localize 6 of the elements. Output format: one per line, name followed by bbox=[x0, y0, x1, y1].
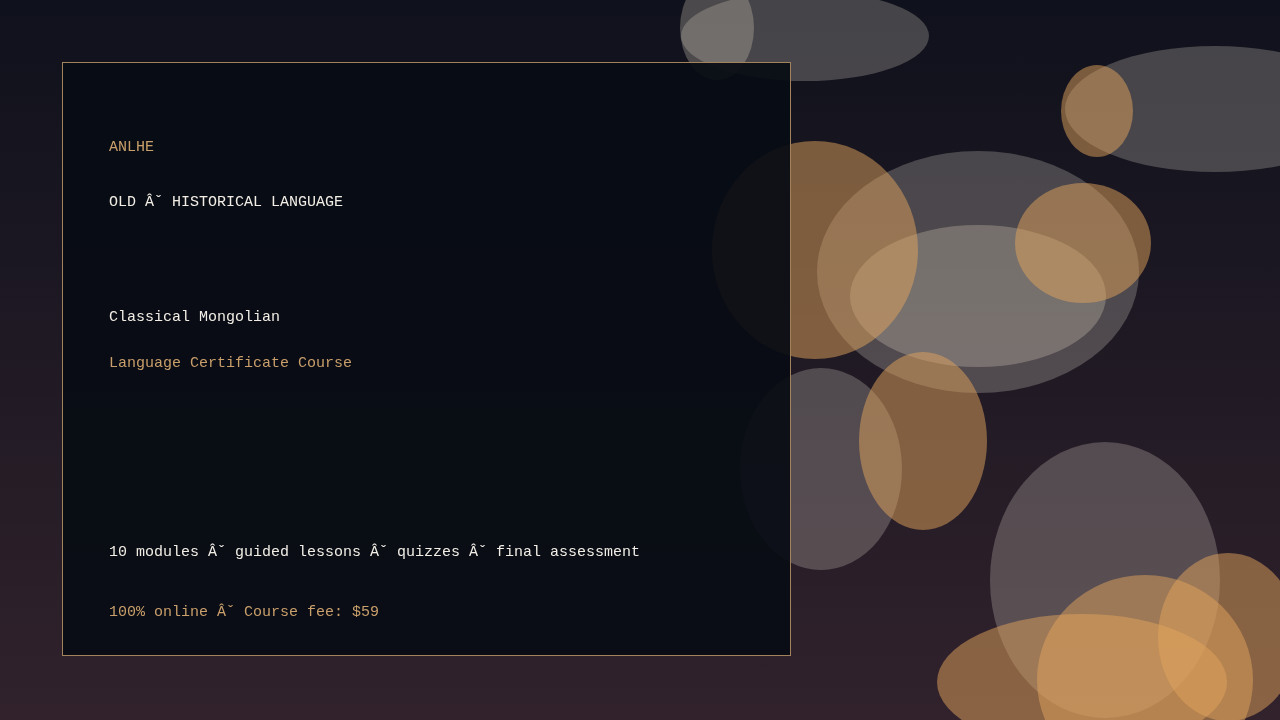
course-subtitle: Language Certificate Course bbox=[109, 354, 353, 374]
course-details: 10 modules Âˇ guided lessons Âˇ quizzes Âˇ final assessment bbox=[109, 543, 641, 563]
course-pricing: 100% online Âˇ Course fee: $59 bbox=[109, 603, 380, 623]
course-title: Classical Mongolian bbox=[109, 308, 281, 328]
category-label: OLD Âˇ HISTORICAL LANGUAGE bbox=[109, 193, 344, 213]
brand-name: ANLHE bbox=[109, 138, 154, 158]
